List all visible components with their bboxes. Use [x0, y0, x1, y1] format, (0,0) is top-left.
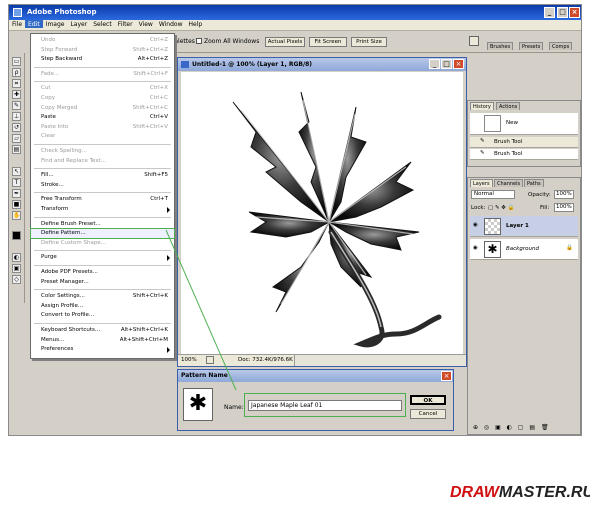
- brand-part-1: DRAW: [450, 484, 499, 501]
- callout-connector: [165, 229, 237, 391]
- drawmaster-watermark: DRAWMASTER.RU: [450, 484, 590, 502]
- brand-part-2: MASTER.RU: [498, 484, 590, 501]
